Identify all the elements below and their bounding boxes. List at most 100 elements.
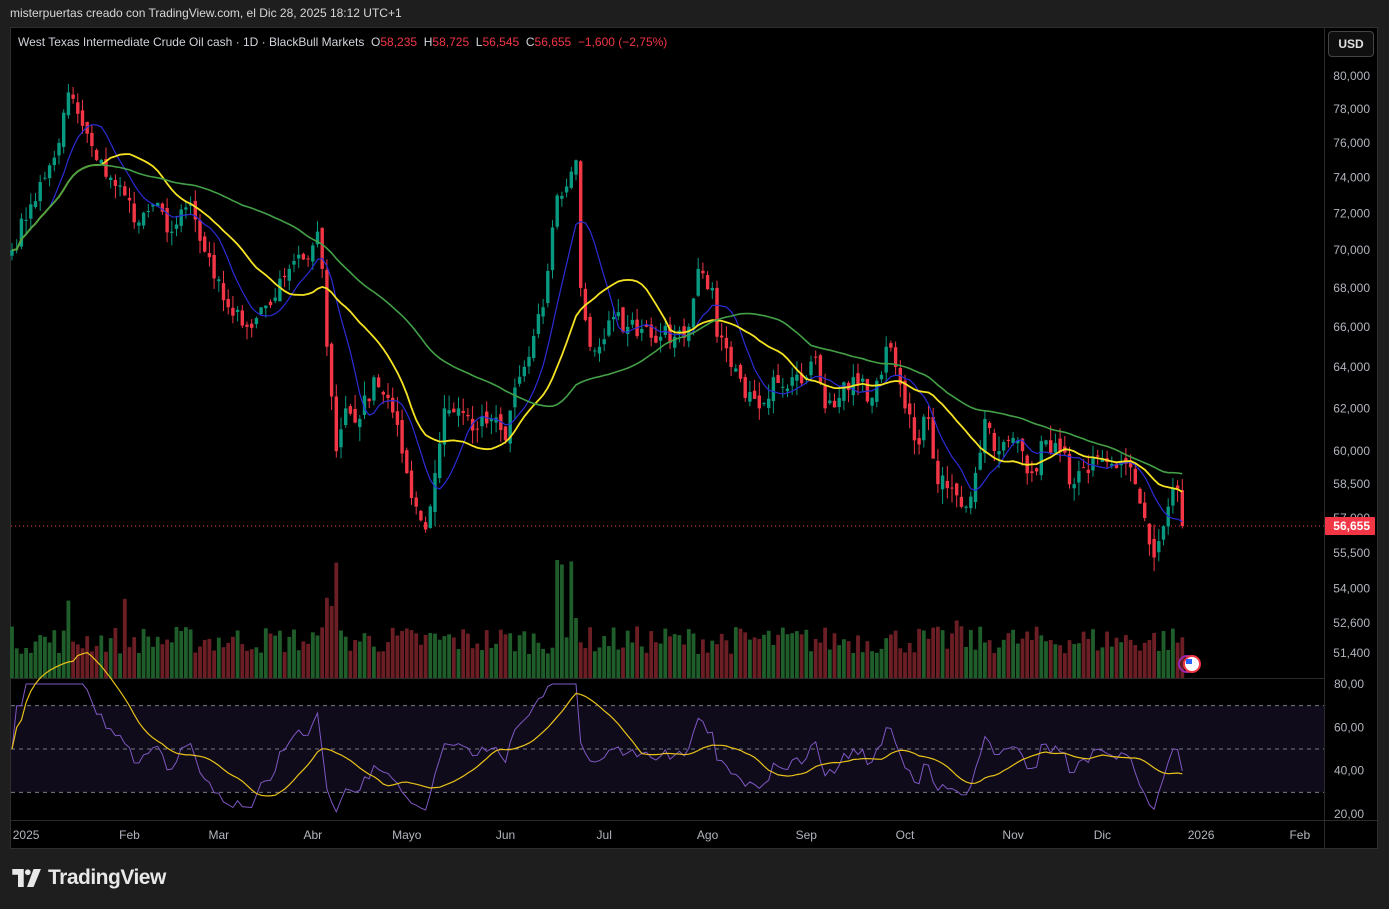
volume-bar <box>513 651 517 678</box>
candle-body <box>348 406 353 414</box>
candle-body <box>428 506 432 528</box>
symbol-legend: West Texas Intermediate Crude Oil cash ·… <box>18 35 667 49</box>
candle-body <box>475 428 479 430</box>
candle-body <box>372 377 376 401</box>
volume-bar <box>386 642 390 678</box>
candle-body <box>795 374 799 381</box>
candle-body <box>555 195 559 227</box>
close-label: C <box>525 35 535 49</box>
volume-bar <box>461 629 466 678</box>
candle-body <box>203 236 207 252</box>
time-tick-label: Feb <box>1289 828 1310 842</box>
open-label: O <box>371 35 381 49</box>
candle-body <box>917 438 921 445</box>
candle-body <box>748 392 752 402</box>
volume-bar <box>1119 642 1124 678</box>
volume-bar <box>719 633 724 678</box>
volume-bar <box>827 649 832 678</box>
currency-button[interactable]: USD <box>1328 31 1374 57</box>
volume-bar <box>409 630 414 678</box>
candle-body <box>922 416 926 441</box>
candle-body <box>969 496 973 509</box>
candle-body <box>856 373 860 386</box>
volume-bar <box>475 643 480 678</box>
candle-body <box>734 368 738 372</box>
candle-body <box>174 224 179 229</box>
candle-body <box>541 307 545 317</box>
time-tick-label: Ago <box>697 828 719 842</box>
candle-body <box>616 312 620 317</box>
candle-body <box>179 209 183 226</box>
volume-bar <box>1114 637 1119 678</box>
volume-bar <box>1058 645 1062 678</box>
candle-body <box>752 390 757 399</box>
candle-body <box>818 355 823 383</box>
price-tick-label: 66,000 <box>1333 320 1370 334</box>
volume-bar <box>1166 649 1171 678</box>
candle-body <box>823 385 827 409</box>
candle-body <box>842 382 846 401</box>
volume-bar <box>804 629 809 678</box>
candle-body <box>217 279 221 282</box>
candle-body <box>480 416 484 427</box>
volume-bar <box>1152 632 1156 678</box>
candle-body <box>452 408 456 413</box>
candle-body <box>983 418 987 454</box>
volume-bar <box>437 639 442 678</box>
volume-bar <box>1147 640 1152 678</box>
volume-bar <box>1034 626 1039 678</box>
volume-bar <box>926 638 931 678</box>
volume-bar <box>893 630 898 678</box>
candle-body <box>29 204 33 219</box>
candle-body <box>1058 438 1062 452</box>
volume-bar <box>658 643 663 678</box>
volume-bar <box>202 639 207 678</box>
volume-bar <box>757 639 762 678</box>
volume-bar <box>1072 644 1077 678</box>
volume-bar <box>151 646 155 678</box>
candle-body <box>1030 471 1034 474</box>
candle-body <box>931 416 935 459</box>
candle-body <box>358 418 362 428</box>
candle-body <box>146 211 150 213</box>
volume-bar <box>785 634 790 678</box>
candle-body <box>339 429 343 448</box>
candle-body <box>226 298 230 308</box>
price-tick-label: 64,000 <box>1333 360 1370 374</box>
volume-bar <box>428 632 433 678</box>
candle-body <box>536 314 541 334</box>
volume-bar <box>1124 635 1128 678</box>
candle-body <box>724 337 729 349</box>
volume-bar <box>1006 633 1011 678</box>
volume-bar <box>945 648 950 678</box>
open-value: 58,235 <box>380 35 418 49</box>
candle-body <box>1077 471 1081 483</box>
volume-bar <box>1077 643 1081 678</box>
tradingview-logo[interactable]: TradingView <box>12 866 166 890</box>
volume-bar <box>860 652 865 678</box>
volume-bar <box>1100 647 1105 678</box>
candle-body <box>757 395 761 409</box>
volume-bar <box>108 638 113 678</box>
candle-body <box>597 346 602 354</box>
chart-svg[interactable]: 80,000 78,000 76,000 74,000 72,000 70,000 68,0… <box>0 0 1389 909</box>
price-tick-label: 78,000 <box>1333 102 1370 116</box>
candle-body <box>376 377 381 388</box>
candle-body <box>1034 468 1039 472</box>
candle-body <box>113 179 118 187</box>
candle-body <box>997 451 1001 455</box>
volume-bar <box>663 628 668 678</box>
volume-bar <box>522 631 527 678</box>
volume-bar <box>508 633 513 678</box>
volume-bar <box>146 636 151 678</box>
candle-body <box>123 186 127 196</box>
candle-body <box>1147 523 1152 545</box>
candle-body <box>809 361 813 376</box>
volume-bar <box>630 642 635 678</box>
volume-bar <box>973 649 978 678</box>
candle-body <box>814 356 818 358</box>
change-value: −1,600 (−2,75%) <box>577 35 668 49</box>
volume-bar <box>52 630 57 678</box>
price-tick-label: 54,000 <box>1333 582 1370 596</box>
high-value: 58,725 <box>432 35 470 49</box>
